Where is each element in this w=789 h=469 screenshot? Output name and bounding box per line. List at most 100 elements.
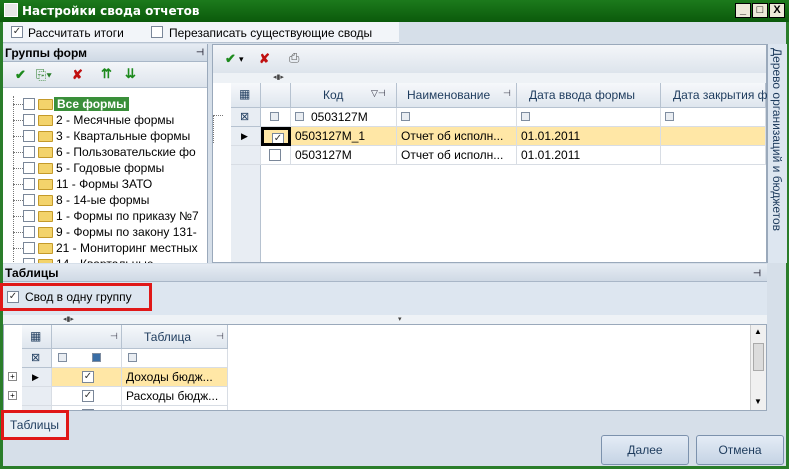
tree-item-checkbox[interactable]	[23, 146, 35, 158]
pin-icon[interactable]: ⊣	[196, 47, 204, 58]
folder-icon	[38, 163, 53, 174]
expand-icon[interactable]: +	[8, 391, 17, 400]
check-column-header[interactable]: ⊣	[52, 325, 122, 349]
folder-icon	[38, 195, 53, 206]
row-checkbox[interactable]: ✓	[82, 409, 94, 410]
tree-item[interactable]: Все формы	[3, 96, 207, 112]
tables-bottom-tab[interactable]: Таблицы	[1, 410, 69, 440]
minimize-button[interactable]: _	[735, 3, 751, 18]
maximize-button[interactable]: □	[752, 3, 768, 18]
tree-item-checkbox[interactable]	[23, 98, 35, 110]
close-button[interactable]: X	[769, 3, 785, 18]
filter-check-cell[interactable]	[261, 108, 291, 127]
move-down-icon[interactable]: ⇊	[125, 66, 136, 82]
pin-icon[interactable]: ⊣	[110, 331, 118, 342]
name-cell: Отчет об исполн...	[397, 127, 517, 146]
folder-icon	[38, 179, 53, 190]
name-column-header[interactable]: Наименование ⊣	[397, 83, 517, 108]
tree-item-label: 8 - 14-ые формы	[56, 193, 150, 207]
grid-settings-header[interactable]: ▦	[231, 83, 261, 108]
row-checkbox[interactable]: ✓	[272, 133, 284, 143]
tree-item[interactable]: 3 - Квартальные формы	[3, 128, 207, 144]
date-close-column-header[interactable]: Дата закрытия ф	[661, 83, 768, 108]
next-button[interactable]: Далее	[601, 435, 689, 465]
tree-item[interactable]: 14 - Квартальные	[3, 256, 207, 263]
row-header[interactable]: ▶	[22, 368, 52, 387]
overwrite-checkbox[interactable]	[151, 26, 163, 38]
highlight-box	[0, 283, 152, 311]
tree-item-checkbox[interactable]	[23, 178, 35, 190]
expand-icon[interactable]: +	[8, 372, 17, 381]
folder-icon	[38, 147, 53, 158]
check-all-icon[interactable]: ✔	[15, 67, 26, 83]
tree-item-label: Все формы	[54, 97, 130, 111]
tree-line	[13, 232, 23, 233]
tree-item-checkbox[interactable]	[23, 162, 35, 174]
splitter-handle[interactable]: ◂▮▸ ▾	[3, 315, 767, 324]
tree-item-checkbox[interactable]	[23, 130, 35, 142]
row-header[interactable]: ▶	[231, 127, 261, 146]
filter-icon[interactable]: ▽⊣	[371, 88, 386, 99]
row-checkbox[interactable]	[269, 149, 281, 161]
name-filter-cell[interactable]	[397, 108, 517, 127]
scroll-thumb[interactable]	[753, 343, 764, 371]
tree-item-checkbox[interactable]	[23, 210, 35, 222]
add-icon[interactable]: ⎘▾	[36, 67, 52, 83]
pin-icon[interactable]: ⊣	[753, 268, 761, 279]
tree-item[interactable]: 1 - Формы по приказу №7	[3, 208, 207, 224]
date-input-filter-cell[interactable]	[517, 108, 661, 127]
forms-toolbar: ✔ ▾ ✘ ⎙	[213, 45, 766, 73]
tree-item-label: 2 - Месячные формы	[56, 113, 175, 127]
row-checkbox-cell[interactable]: ✓	[261, 127, 291, 146]
vertical-scrollbar[interactable]: ▲ ▼	[750, 325, 766, 410]
tree-item[interactable]: 8 - 14-ые формы	[3, 192, 207, 208]
row-checkbox-cell[interactable]: ✓	[52, 387, 122, 406]
options-bar: ✓ Рассчитать итоги Перезаписать существу…	[3, 22, 399, 43]
splitter-handle[interactable]: ◂▮▸	[213, 73, 766, 83]
tree-item[interactable]: 5 - Годовые формы	[3, 160, 207, 176]
filter-check-cell[interactable]	[52, 349, 122, 368]
print-icon[interactable]: ⎙	[289, 50, 299, 66]
check-all-icon[interactable]: ✔	[225, 51, 236, 67]
uncheck-all-icon[interactable]: ✘	[72, 67, 83, 83]
row-checkbox-cell[interactable]	[261, 146, 291, 165]
pin-icon[interactable]: ⊣	[503, 88, 511, 99]
scroll-up-icon[interactable]: ▲	[754, 327, 762, 336]
table-filter-cell[interactable]	[122, 349, 228, 368]
tree-item-checkbox[interactable]	[23, 258, 35, 263]
clear-filter-icon[interactable]: ⊠	[240, 110, 249, 123]
table-column-header[interactable]: Таблица ⊣	[122, 325, 228, 349]
scroll-down-icon[interactable]: ▼	[754, 397, 762, 406]
tree-item-checkbox[interactable]	[23, 226, 35, 238]
calc-totals-checkbox[interactable]: ✓	[11, 26, 23, 38]
row-checkbox[interactable]: ✓	[82, 390, 94, 402]
clear-filter-icon[interactable]: ⊠	[31, 351, 40, 364]
row-checkbox[interactable]: ✓	[82, 371, 94, 383]
code-filter-cell[interactable]: 0503127M	[291, 108, 397, 127]
pin-icon[interactable]: ⊣	[216, 331, 224, 342]
grid-settings-header[interactable]: ▦	[22, 325, 52, 349]
uncheck-all-icon[interactable]: ✘	[259, 51, 270, 67]
date-close-filter-cell[interactable]	[661, 108, 766, 127]
row-header[interactable]	[231, 146, 261, 165]
tree-item[interactable]: 2 - Месячные формы	[3, 112, 207, 128]
chevron-down-icon[interactable]: ▾	[239, 51, 244, 67]
tree-item[interactable]: 9 - Формы по закону 131-	[3, 224, 207, 240]
move-up-icon[interactable]: ⇈	[101, 66, 112, 82]
org-tree-side-tab[interactable]: Дерево организаций и бюджетов	[767, 44, 787, 263]
cancel-button[interactable]: Отмена	[696, 435, 784, 465]
date-input-column-header[interactable]: Дата ввода формы	[517, 83, 661, 108]
tree-item-checkbox[interactable]	[23, 114, 35, 126]
tree-item-label: 1 - Формы по приказу №7	[56, 209, 199, 223]
check-column-header[interactable]	[261, 83, 291, 108]
tree-item[interactable]: 21 - Мониторинг местных	[3, 240, 207, 256]
code-column-header[interactable]: Код ▽⊣	[291, 83, 397, 108]
tree-line	[13, 136, 23, 137]
row-checkbox-cell[interactable]: ✓	[52, 368, 122, 387]
tree-item-checkbox[interactable]	[23, 242, 35, 254]
tables-grid: ▦ ⊣ Таблица ⊣ ⊠ ▲ ▼ + ▶ ✓ Доходы бюдж... + ✓ Ра…	[3, 324, 767, 411]
tree-item[interactable]: 6 - Пользовательские фо	[3, 144, 207, 160]
tree-item[interactable]: 11 - Формы ЗАТО	[3, 176, 207, 192]
row-header[interactable]	[22, 387, 52, 406]
tree-item-checkbox[interactable]	[23, 194, 35, 206]
